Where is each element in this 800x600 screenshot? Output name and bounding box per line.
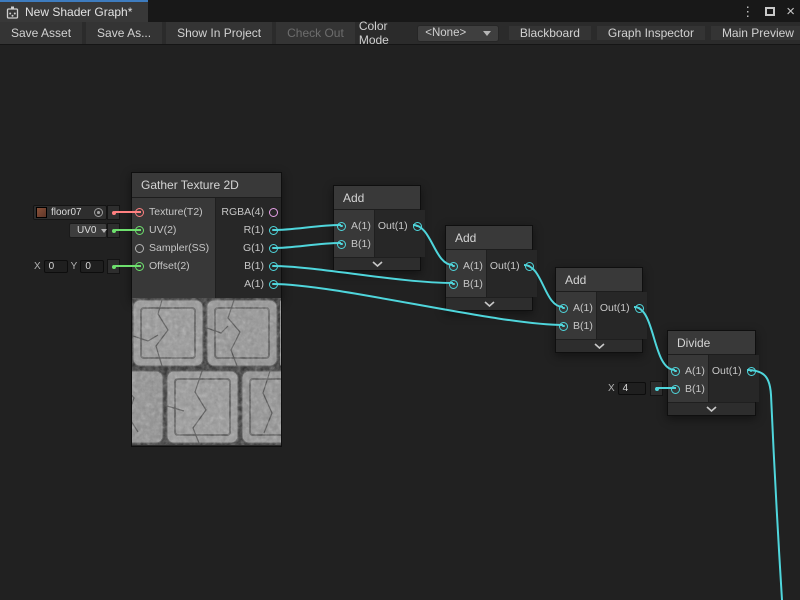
divide-b-float-field: X 4 (605, 381, 648, 396)
collapse-chevron[interactable] (446, 297, 532, 310)
port-label: B(1) (463, 278, 483, 290)
node-add-1[interactable]: Add A(1) B(1) Out(1) (333, 185, 421, 271)
offset-x-label: X (34, 261, 41, 272)
port-b-input[interactable] (449, 280, 458, 289)
port-label: R(1) (244, 224, 264, 236)
graph-inspector-button[interactable]: Graph Inspector (597, 26, 705, 40)
maximize-icon[interactable] (765, 7, 775, 16)
main-preview-button[interactable]: Main Preview (711, 26, 800, 40)
offset-y-input[interactable]: 0 (80, 260, 104, 273)
port-label: B(1) (351, 238, 371, 250)
collapse-chevron[interactable] (556, 339, 642, 352)
color-mode-dropdown[interactable]: <None> (417, 25, 499, 42)
port-label: G(1) (243, 242, 264, 254)
port-uv-input[interactable] (135, 226, 144, 235)
blackboard-button[interactable]: Blackboard (509, 26, 591, 40)
shader-graph-icon (6, 6, 19, 19)
offset-vector2-field: X 0 Y 0 (31, 259, 107, 274)
chevron-down-icon (484, 301, 495, 307)
uv-channel-dropdown[interactable]: UV0 (69, 223, 107, 238)
check-out-button: Check Out (276, 22, 355, 44)
port-label: Offset(2) (149, 260, 190, 272)
port-b-input[interactable] (337, 240, 346, 249)
color-mode-label: Color Mode (359, 19, 407, 47)
port-label: Sampler(SS) (149, 242, 209, 254)
port-b-output[interactable] (269, 262, 278, 271)
port-label: Out(1) (712, 365, 742, 377)
port-texture-input[interactable] (135, 208, 144, 217)
collapse-chevron[interactable] (334, 257, 420, 270)
toolbar: Save Asset Save As... Show In Project Ch… (0, 22, 800, 45)
port-label: A(1) (573, 302, 593, 314)
chevron-down-icon (372, 261, 383, 267)
texture-port-stub (107, 205, 120, 220)
offset-port-stub (107, 259, 120, 274)
node-title[interactable]: Divide (668, 331, 755, 355)
offset-y-label: Y (71, 261, 78, 272)
port-a-input[interactable] (671, 367, 680, 376)
gather-texture-preview (131, 298, 282, 447)
port-label: A(1) (463, 260, 483, 272)
uv-port-stub (107, 223, 120, 238)
port-label: A(1) (244, 278, 264, 290)
node-add-3[interactable]: Add A(1) B(1) Out(1) (555, 267, 643, 353)
port-a-input[interactable] (337, 222, 346, 231)
window-menu-icon[interactable]: ⋮ (741, 5, 754, 18)
port-label: Texture(T2) (149, 206, 203, 218)
port-g-output[interactable] (269, 244, 278, 253)
port-out-output[interactable] (525, 262, 534, 271)
texture-object-field[interactable]: floor07 (33, 205, 107, 220)
uv-channel-value: UV0 (77, 225, 96, 236)
port-b-input[interactable] (559, 322, 568, 331)
port-label: Out(1) (490, 260, 520, 272)
port-rgba-output[interactable] (269, 208, 278, 217)
divide-b-x-label: X (608, 383, 615, 394)
graph-canvas[interactable] (0, 45, 800, 600)
port-label: RGBA(4) (221, 206, 264, 218)
port-out-output[interactable] (413, 222, 422, 231)
port-out-output[interactable] (635, 304, 644, 313)
port-label: A(1) (351, 220, 371, 232)
port-label: B(1) (685, 383, 705, 395)
port-label: A(1) (685, 365, 705, 377)
chevron-down-icon (483, 31, 491, 36)
divide-b-input[interactable]: 4 (618, 382, 646, 395)
show-in-project-button[interactable]: Show In Project (166, 22, 272, 44)
port-label: B(1) (244, 260, 264, 272)
node-title[interactable]: Gather Texture 2D (132, 173, 281, 198)
node-title[interactable]: Add (446, 226, 532, 250)
port-label: Out(1) (378, 220, 408, 232)
chevron-down-icon (706, 406, 717, 412)
color-mode-value: <None> (425, 27, 483, 39)
collapse-chevron[interactable] (668, 402, 755, 415)
save-asset-button[interactable]: Save Asset (0, 22, 82, 44)
tab-new-shader-graph[interactable]: New Shader Graph* (0, 0, 148, 22)
chevron-down-icon (594, 343, 605, 349)
close-icon[interactable]: × (786, 4, 795, 19)
object-picker-icon[interactable] (94, 208, 103, 217)
port-a-input[interactable] (559, 304, 568, 313)
port-b-input[interactable] (671, 385, 680, 394)
node-divide[interactable]: Divide A(1) B(1) Out(1) (667, 330, 756, 416)
port-a-output[interactable] (269, 280, 278, 289)
port-label: UV(2) (149, 224, 176, 236)
texture-object-name: floor07 (51, 207, 82, 218)
save-as-button[interactable]: Save As... (86, 22, 162, 44)
texture-thumbnail (36, 207, 47, 218)
node-add-2[interactable]: Add A(1) B(1) Out(1) (445, 225, 533, 311)
node-title[interactable]: Add (556, 268, 642, 292)
port-offset-input[interactable] (135, 262, 144, 271)
port-r-output[interactable] (269, 226, 278, 235)
node-title[interactable]: Add (334, 186, 420, 210)
port-label: Out(1) (600, 302, 630, 314)
offset-x-input[interactable]: 0 (44, 260, 68, 273)
divide-b-port-stub (650, 381, 663, 396)
tab-title: New Shader Graph* (25, 5, 132, 19)
port-a-input[interactable] (449, 262, 458, 271)
port-sampler-input[interactable] (135, 244, 144, 253)
port-out-output[interactable] (747, 367, 756, 376)
port-label: B(1) (573, 320, 593, 332)
node-gather-texture-2d[interactable]: Gather Texture 2D Texture(T2) UV(2) Samp… (131, 172, 282, 300)
